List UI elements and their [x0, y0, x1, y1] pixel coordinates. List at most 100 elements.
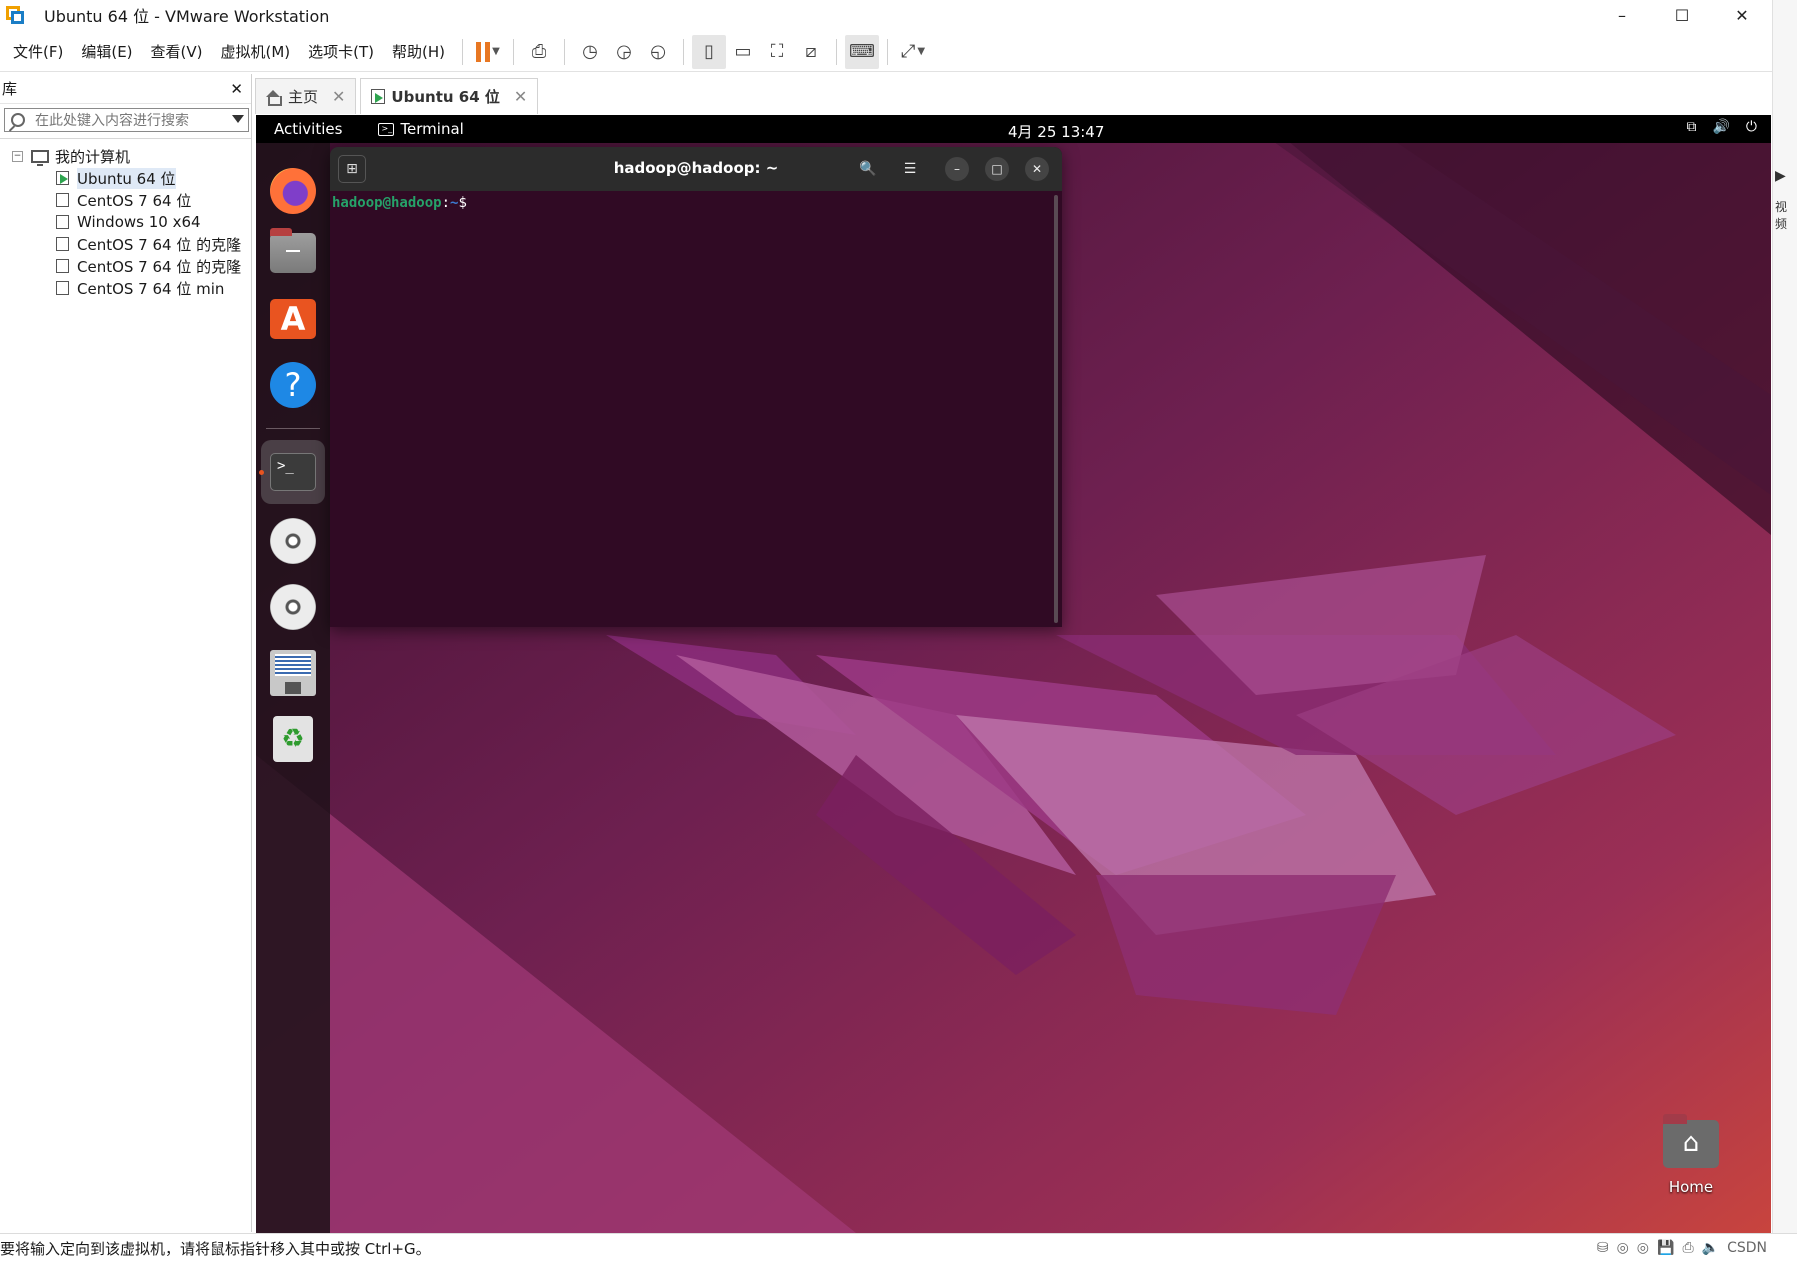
dock-divider [266, 428, 320, 429]
close-button[interactable]: ✕ [1712, 0, 1772, 30]
status-message: 要将输入定向到该虚拟机，请将鼠标指针移入其中或按 Ctrl+G。 [0, 1240, 431, 1258]
vm-tree: − 我的计算机 Ubuntu 64 位 CentOS 7 64 位 Window… [0, 138, 251, 299]
text-editor-icon [270, 650, 316, 696]
cd-dvd-icon[interactable]: ◎ [1617, 1240, 1629, 1256]
snapshot-manager-button[interactable]: ◵ [641, 35, 675, 69]
dock-trash[interactable]: ♻ [267, 713, 319, 765]
chevron-down-icon[interactable]: ▼ [492, 46, 500, 57]
library-search-input[interactable]: 在此处键入内容进行搜索 [4, 108, 249, 132]
chevron-down-icon[interactable]: ▼ [917, 46, 925, 57]
show-thumbnail-bar-button[interactable]: ▭ [726, 35, 760, 69]
cd-dvd-icon[interactable]: ◎ [1637, 1240, 1649, 1256]
status-bar: 要将输入定向到该虚拟机，请将鼠标指针移入其中或按 Ctrl+G。 ⛁ ◎ ◎ 💾… [0, 1233, 1797, 1263]
unity-button[interactable]: ⧄ [794, 35, 828, 69]
terminal-search-icon[interactable]: 🔍 [854, 155, 882, 183]
library-title: 库 [2, 80, 18, 98]
pause-vm-button[interactable]: ▼ [471, 35, 505, 69]
toolbar-divider [564, 38, 566, 65]
tree-root-my-computer[interactable]: − 我的计算机 [0, 145, 251, 167]
vm-icon [56, 281, 69, 295]
hard-disk-icon[interactable]: ⛁ [1597, 1240, 1609, 1256]
tab-ubuntu[interactable]: Ubuntu 64 位 ✕ [360, 78, 539, 114]
tab-close-icon[interactable]: ✕ [332, 87, 345, 106]
terminal-minimize-icon[interactable]: – [945, 157, 969, 181]
menu-file[interactable]: 文件(F) [4, 41, 72, 62]
dock-text-editor[interactable] [267, 647, 319, 699]
snapshot-icon: ◷ [582, 41, 598, 62]
search-icon [11, 113, 25, 127]
search-placeholder: 在此处键入内容进行搜索 [35, 113, 189, 129]
search-dropdown-icon[interactable] [232, 115, 244, 123]
stretch-guest-button[interactable]: ⤢ ▼ [896, 35, 930, 69]
library-close-icon[interactable]: ✕ [230, 80, 243, 98]
floppy-icon[interactable]: 💾 [1657, 1240, 1674, 1256]
tab-label: 主页 [288, 88, 319, 106]
tab-home[interactable]: 主页 ✕ [255, 78, 357, 114]
tree-item-vm[interactable]: CentOS 7 64 位 min [0, 277, 251, 299]
tree-item-vm[interactable]: Windows 10 x64 [0, 211, 251, 233]
menu-toolbar: 文件(F) 编辑(E) 查看(V) 虚拟机(M) 选项卡(T) 帮助(H) ▼ … [0, 32, 1772, 72]
video-icon[interactable]: ▶ [1775, 168, 1786, 184]
printer-icon[interactable]: ⎙ [1682, 1240, 1693, 1256]
collapse-icon[interactable]: − [12, 150, 23, 162]
tab-close-icon[interactable]: ✕ [514, 87, 527, 106]
tree-item-vm[interactable]: CentOS 7 64 位 [0, 189, 251, 211]
terminal-window[interactable]: ⊞ hadoop@hadoop: ~ 🔍 ☰ – □ ✕ hadoop@hado… [330, 147, 1062, 627]
tree-item-vm[interactable]: CentOS 7 64 位 的克隆 [0, 233, 251, 255]
take-snapshot-button[interactable]: ◷ [573, 35, 607, 69]
full-screen-button[interactable]: ⛶ [760, 35, 794, 69]
tree-item-label: CentOS 7 64 位 的克隆 [77, 235, 242, 254]
menu-view[interactable]: 查看(V) [142, 41, 212, 62]
terminal-close-icon[interactable]: ✕ [1025, 157, 1049, 181]
tree-root-label: 我的计算机 [55, 147, 131, 166]
send-ctrl-alt-del-button[interactable]: ⎙ [522, 35, 556, 69]
tree-item-vm[interactable]: Ubuntu 64 位 [0, 167, 251, 189]
minimize-button[interactable]: – [1592, 0, 1652, 30]
ubuntu-top-bar: Activities >_ Terminal 4月 25 13:47 ⧉ 🔊 ⏻ [256, 115, 1771, 143]
menu-tabs[interactable]: 选项卡(T) [299, 41, 383, 62]
dock-files[interactable] [267, 227, 319, 279]
show-library-button[interactable]: ▯ [692, 34, 727, 69]
dock-terminal[interactable]: >_ [261, 440, 325, 504]
tab-label: Ubuntu 64 位 [391, 88, 500, 106]
revert-snapshot-button[interactable]: ◶ [607, 35, 641, 69]
tree-item-label: Windows 10 x64 [77, 213, 201, 231]
prompt-separator: : [441, 195, 451, 211]
tree-item-vm[interactable]: CentOS 7 64 位 的克隆 [0, 255, 251, 277]
dock-help[interactable]: ? [267, 359, 319, 411]
vm-icon [56, 237, 69, 251]
vm-running-icon [56, 171, 69, 185]
home-icon [266, 89, 282, 106]
right-edge-label: 视频 [1775, 200, 1788, 231]
home-folder-label: Home [1668, 1178, 1714, 1196]
clock[interactable]: 4月 25 13:47 [1008, 121, 1104, 142]
terminal-scrollbar[interactable] [1054, 195, 1058, 623]
console-view-button[interactable]: ⌨ [845, 34, 880, 69]
ubuntu-dock: A ? >_ ♻ [256, 143, 330, 1233]
power-icon: ⏻ [1745, 119, 1757, 135]
app-menu[interactable]: >_ Terminal [378, 120, 464, 138]
vm-console[interactable]: Activities >_ Terminal 4月 25 13:47 ⧉ 🔊 ⏻ … [256, 115, 1771, 1233]
terminal-maximize-icon[interactable]: □ [985, 157, 1009, 181]
expand-icon: ⤢ [900, 41, 916, 62]
right-edge-panel: ▶ 视频 [1772, 0, 1797, 1233]
menu-help[interactable]: 帮助(H) [383, 41, 454, 62]
terminal-menu-icon[interactable]: ☰ [896, 155, 924, 183]
menu-vm[interactable]: 虚拟机(M) [212, 41, 300, 62]
desktop-home-folder[interactable]: Home [1656, 1114, 1726, 1196]
terminal-header: ⊞ hadoop@hadoop: ~ 🔍 ☰ – □ ✕ [330, 147, 1062, 191]
system-menu[interactable]: ⧉ 🔊 ⏻ [1686, 119, 1757, 135]
dock-app-center[interactable]: A [267, 293, 319, 345]
menu-edit[interactable]: 编辑(E) [72, 41, 141, 62]
window-titlebar: Ubuntu 64 位 - VMware Workstation – ☐ ✕ [0, 0, 1772, 30]
dock-disc-2[interactable] [267, 581, 319, 633]
dock-firefox[interactable] [267, 165, 319, 217]
maximize-button[interactable]: ☐ [1652, 0, 1712, 30]
sound-icon[interactable]: 🔈 [1702, 1240, 1719, 1256]
vm-running-icon [371, 89, 386, 104]
toolbar-divider [462, 38, 464, 65]
activities-button[interactable]: Activities [274, 120, 342, 138]
keyboard-send-icon: ⎙ [531, 41, 547, 62]
dock-disc-1[interactable] [267, 515, 319, 567]
terminal-body[interactable]: hadoop@hadoop:~$ [330, 191, 1062, 627]
